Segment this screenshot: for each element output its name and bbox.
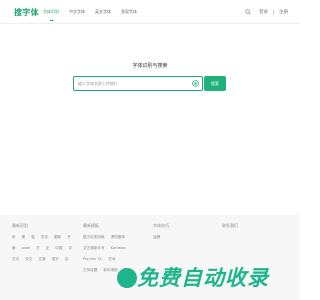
footer-link-row: Playfair SC 艺术: [83, 257, 143, 262]
footer-col-title: 字体技巧: [153, 223, 169, 228]
footer-link[interactable]: 汉仪: [12, 257, 19, 262]
footer-link[interactable]: 方: [36, 246, 40, 251]
footer-link[interactable]: pixel: [22, 246, 31, 251]
footer-link[interactable]: 圆体: [54, 235, 61, 240]
footer-col-title: 最新模板: [83, 223, 99, 228]
footer-link[interactable]: 宋: [12, 235, 16, 240]
footer-col-title: 最新识别: [12, 223, 28, 228]
footer-col-latest-recognition: 最新识别 宋 黑 楷 仿宋 圆体 书 隶 pixel 方 正 中国 字 汉仪 华…: [12, 223, 76, 262]
header-actions: 登录 注册: [245, 0, 288, 24]
search-input[interactable]: 输入字体名称上传图片: [73, 76, 203, 91]
footer-link[interactable]: 字: [68, 246, 72, 251]
footer-link[interactable]: 漂亮圆体: [111, 235, 125, 240]
nav-item-font-recognition[interactable]: 字体识别: [38, 0, 64, 24]
register-link[interactable]: 注册: [279, 9, 288, 15]
nav-item-discover-fonts[interactable]: 发现字体: [116, 0, 142, 24]
header-divider: [273, 9, 274, 15]
search-button[interactable]: 搜索: [204, 76, 226, 91]
footer-link[interactable]: 隶: [12, 246, 16, 251]
footer-link[interactable]: Playfair SC: [83, 257, 102, 262]
watermark-text: 免费自动收录: [137, 266, 269, 290]
footer-link[interactable]: 古风标题: [83, 268, 97, 273]
footer-link[interactable]: 华文: [25, 257, 32, 262]
footer-link[interactable]: 正: [46, 246, 50, 251]
footer-col-contact: 联系我们: [222, 223, 282, 235]
footer-link-list: 品牌: [153, 235, 213, 240]
nav-item-english-fonts[interactable]: 英文字体: [90, 0, 116, 24]
search-icon[interactable]: [245, 9, 251, 15]
watermark-logo-icon: [117, 268, 137, 288]
watermark: 免费自动收录: [117, 263, 297, 293]
site-logo[interactable]: 搜字体: [14, 7, 39, 18]
footer-link[interactable]: 新年海报: [103, 268, 117, 273]
footer-link[interactable]: 仿宋: [41, 235, 48, 240]
footer-link-grid: 宋 黑 楷 仿宋 圆体 书 隶 pixel 方 正 中国 字 汉仪 华文 文鼎 …: [12, 235, 76, 262]
footer-link[interactable]: 文艺清新手写: [83, 246, 105, 251]
image-upload-icon[interactable]: [192, 80, 199, 87]
footer-link-row: 文艺清新手写 Kartwian: [83, 246, 143, 251]
footer-link[interactable]: 复古毛笔风格: [83, 235, 105, 240]
footer-link[interactable]: 品牌: [153, 235, 213, 240]
footer-link[interactable]: Kartwian: [111, 246, 127, 251]
footer-link[interactable]: 书: [67, 235, 71, 240]
footer-link[interactable]: 艺术: [108, 257, 115, 262]
footer-link[interactable]: 楷: [31, 235, 35, 240]
main-nav: 字体识别 中文字体 英文字体 发现字体: [38, 0, 142, 24]
top-header: 搜字体 字体识别 中文字体 英文字体 发现字体 登录 注册: [0, 0, 300, 24]
footer-link[interactable]: 黑: [22, 235, 26, 240]
footer-col-title: 联系我们: [222, 223, 238, 228]
login-link[interactable]: 登录: [259, 9, 268, 15]
search-placeholder: 输入字体名称上传图片: [78, 81, 118, 86]
footer-col-font-tips: 字体技巧 品牌: [153, 223, 213, 240]
footer-link[interactable]: 站: [65, 257, 69, 262]
footer-link[interactable]: 造字: [52, 257, 59, 262]
hero-title: 字体识别与搜索: [132, 63, 168, 69]
footer-link-row: 复古毛笔风格 漂亮圆体: [83, 235, 143, 240]
footer-link[interactable]: 中国: [55, 246, 62, 251]
nav-item-chinese-fonts[interactable]: 中文字体: [64, 0, 90, 24]
footer-link[interactable]: 文鼎: [38, 257, 45, 262]
